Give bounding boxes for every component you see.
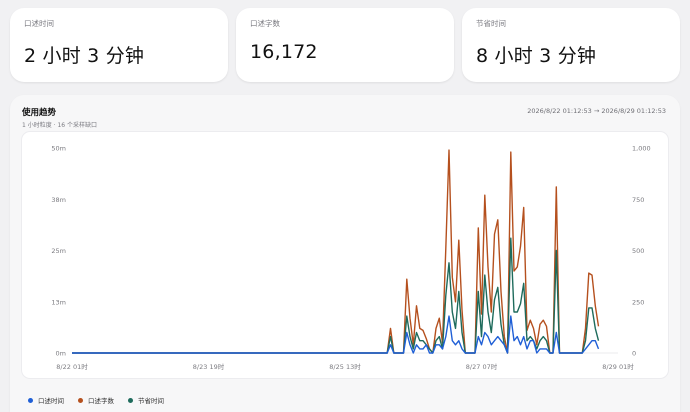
y-left-tick-label: 50m: [51, 145, 66, 153]
y-right-tick-label: 250: [632, 298, 644, 306]
y-left-tick-label: 13m: [51, 298, 66, 306]
y-right-tick-label: 750: [632, 196, 644, 204]
legend-item-word-count[interactable]: 口述字数: [78, 395, 114, 405]
stat-card-word-count: 口述字数 16,172: [236, 8, 454, 82]
x-tick-label: 8/23 19时: [193, 362, 225, 371]
chart-container[interactable]: 0m 13m 25m 38m 50m 0 250 500 750 1,000 8/22 01时 8/2…: [22, 132, 668, 378]
legend-item-dictation-time[interactable]: 口述时间: [28, 395, 64, 405]
chart-legend: 口述时间 口述字数 节省时间: [28, 395, 164, 405]
x-tick-label: 8/22 01时: [56, 362, 88, 371]
panel-subtitle: 1 小时粒度 · 16 个采样缺口: [22, 122, 97, 129]
x-tick-label: 8/29 01时: [602, 362, 634, 371]
y-right-tick-label: 1,000: [632, 145, 651, 153]
series-line-dictation-time: [72, 315, 600, 354]
stat-value: 8 小时 3 分钟: [476, 45, 597, 67]
trend-chart[interactable]: 0m 13m 25m 38m 50m 0 250 500 750 1,000 8/22 01时 8/2…: [22, 132, 668, 378]
y-right-tick-label: 0: [632, 350, 636, 358]
legend-swatch: [128, 397, 133, 403]
panel-title: 使用趋势: [22, 108, 57, 118]
stat-label: 口述字数: [250, 19, 280, 28]
stat-card-saved-time: 节省时间 8 小时 3 分钟: [462, 8, 680, 82]
usage-trend-panel: 使用趋势 1 小时粒度 · 16 个采样缺口 2026/8/22 01:12:5…: [10, 95, 680, 412]
y-left-tick-label: 0m: [56, 350, 66, 358]
legend-label: 口述字数: [88, 397, 114, 405]
legend-label: 口述时间: [38, 397, 64, 405]
y-left-tick-label: 25m: [51, 247, 66, 255]
legend-label: 节省时间: [138, 397, 164, 405]
legend-swatch: [78, 397, 83, 403]
x-tick-label: 8/25 13时: [329, 362, 361, 371]
y-left-tick-label: 38m: [51, 196, 66, 204]
stat-card-dictation-time: 口述时间 2 小时 3 分钟: [10, 8, 228, 82]
x-tick-label: 8/27 07时: [466, 362, 498, 371]
legend-swatch: [28, 397, 33, 403]
y-right-tick-label: 500: [632, 247, 644, 255]
date-range: 2026/8/22 01:12:53 → 2026/8/29 01:12:53: [527, 107, 666, 115]
stat-label: 口述时间: [24, 19, 54, 28]
legend-item-saved-time[interactable]: 节省时间: [128, 395, 164, 405]
stat-label: 节省时间: [476, 19, 506, 28]
stat-value: 16,172: [250, 41, 318, 63]
stat-value: 2 小时 3 分钟: [24, 45, 145, 67]
series-line-word-count: [72, 149, 600, 354]
